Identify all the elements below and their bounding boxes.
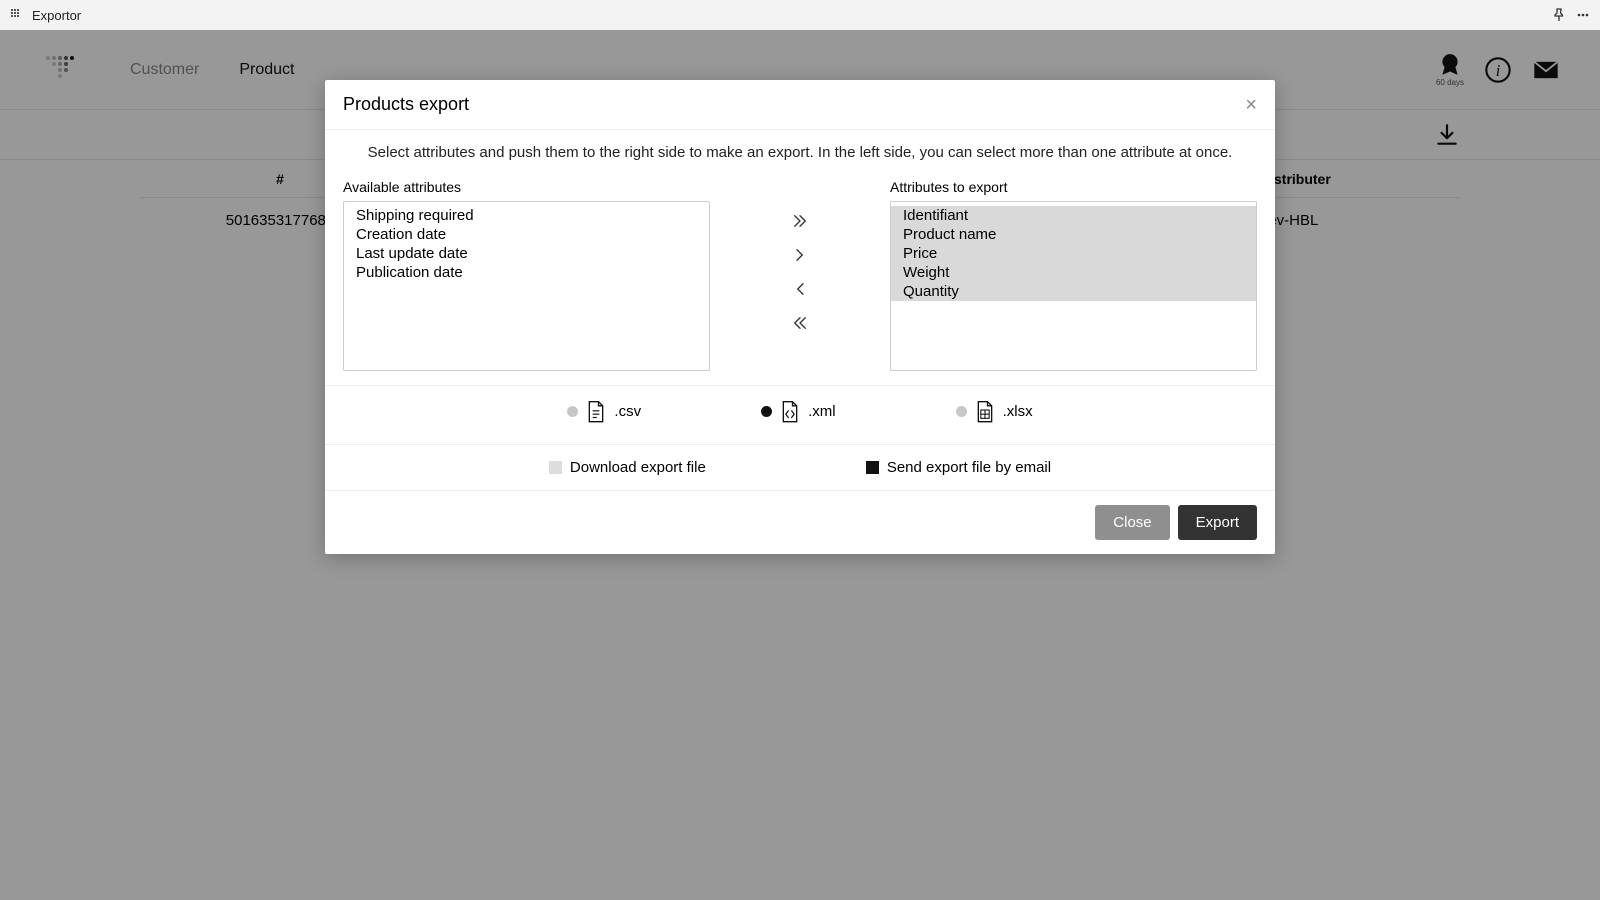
radio-dot bbox=[956, 406, 967, 417]
file-table-icon bbox=[975, 400, 995, 422]
close-button[interactable]: Close bbox=[1095, 505, 1169, 540]
move-right-button[interactable] bbox=[788, 243, 812, 267]
modal-body: Select attributes and push them to the r… bbox=[325, 130, 1275, 490]
file-code-icon bbox=[780, 400, 800, 422]
list-item[interactable]: Publication date bbox=[344, 263, 709, 282]
download-option[interactable]: Download export file bbox=[549, 459, 706, 476]
list-item[interactable]: Weight bbox=[891, 263, 1256, 282]
available-label: Available attributes bbox=[343, 179, 710, 195]
format-xlsx-label: .xlsx bbox=[1003, 403, 1033, 420]
export-listbox[interactable]: Identifiant Product name Price Weight Qu… bbox=[890, 201, 1257, 371]
list-item[interactable]: Price bbox=[891, 244, 1256, 263]
format-xml-label: .xml bbox=[808, 403, 836, 420]
available-listbox[interactable]: Shipping required Creation date Last upd… bbox=[343, 201, 710, 371]
app-icon bbox=[10, 8, 24, 22]
list-item[interactable]: Shipping required bbox=[344, 206, 709, 225]
radio-dot bbox=[567, 406, 578, 417]
export-modal: Products export × Select attributes and … bbox=[325, 80, 1275, 554]
attribute-transfer: Available attributes Shipping required C… bbox=[343, 179, 1257, 371]
move-all-right-button[interactable] bbox=[788, 209, 812, 233]
format-csv-label: .csv bbox=[614, 403, 641, 420]
more-icon[interactable] bbox=[1576, 8, 1590, 22]
modal-footer: Close Export bbox=[325, 490, 1275, 554]
available-pane: Available attributes Shipping required C… bbox=[343, 179, 710, 371]
modal-title: Products export bbox=[343, 94, 469, 115]
modal-overlay[interactable]: Products export × Select attributes and … bbox=[0, 30, 1600, 900]
file-text-icon bbox=[586, 400, 606, 422]
modal-header: Products export × bbox=[325, 80, 1275, 130]
format-xml[interactable]: .xml bbox=[761, 400, 836, 422]
format-options: .csv .xml .xlsx bbox=[343, 386, 1257, 436]
list-item[interactable]: Identifiant bbox=[891, 206, 1256, 225]
export-button[interactable]: Export bbox=[1178, 505, 1257, 540]
checkbox bbox=[866, 461, 879, 474]
export-pane: Attributes to export Identifiant Product… bbox=[890, 179, 1257, 371]
move-all-left-button[interactable] bbox=[788, 311, 812, 335]
list-item[interactable]: Product name bbox=[891, 225, 1256, 244]
list-item[interactable]: Quantity bbox=[891, 282, 1256, 301]
move-left-button[interactable] bbox=[788, 277, 812, 301]
export-label: Attributes to export bbox=[890, 179, 1257, 195]
pin-icon[interactable] bbox=[1552, 8, 1566, 22]
checkbox bbox=[549, 461, 562, 474]
download-label: Download export file bbox=[570, 459, 706, 476]
list-item[interactable]: Creation date bbox=[344, 225, 709, 244]
format-csv[interactable]: .csv bbox=[567, 400, 641, 422]
format-xlsx[interactable]: .xlsx bbox=[956, 400, 1033, 422]
email-option[interactable]: Send export file by email bbox=[866, 459, 1051, 476]
titlebar-right bbox=[1552, 8, 1590, 22]
list-item[interactable]: Last update date bbox=[344, 244, 709, 263]
delivery-options: Download export file Send export file by… bbox=[343, 445, 1257, 490]
email-label: Send export file by email bbox=[887, 459, 1051, 476]
app-title: Exportor bbox=[32, 8, 81, 23]
window-titlebar: Exportor bbox=[0, 0, 1600, 30]
radio-dot bbox=[761, 406, 772, 417]
close-icon[interactable]: × bbox=[1245, 95, 1257, 115]
titlebar-left: Exportor bbox=[10, 8, 81, 23]
transfer-buttons bbox=[710, 179, 890, 371]
modal-hint: Select attributes and push them to the r… bbox=[343, 144, 1257, 161]
